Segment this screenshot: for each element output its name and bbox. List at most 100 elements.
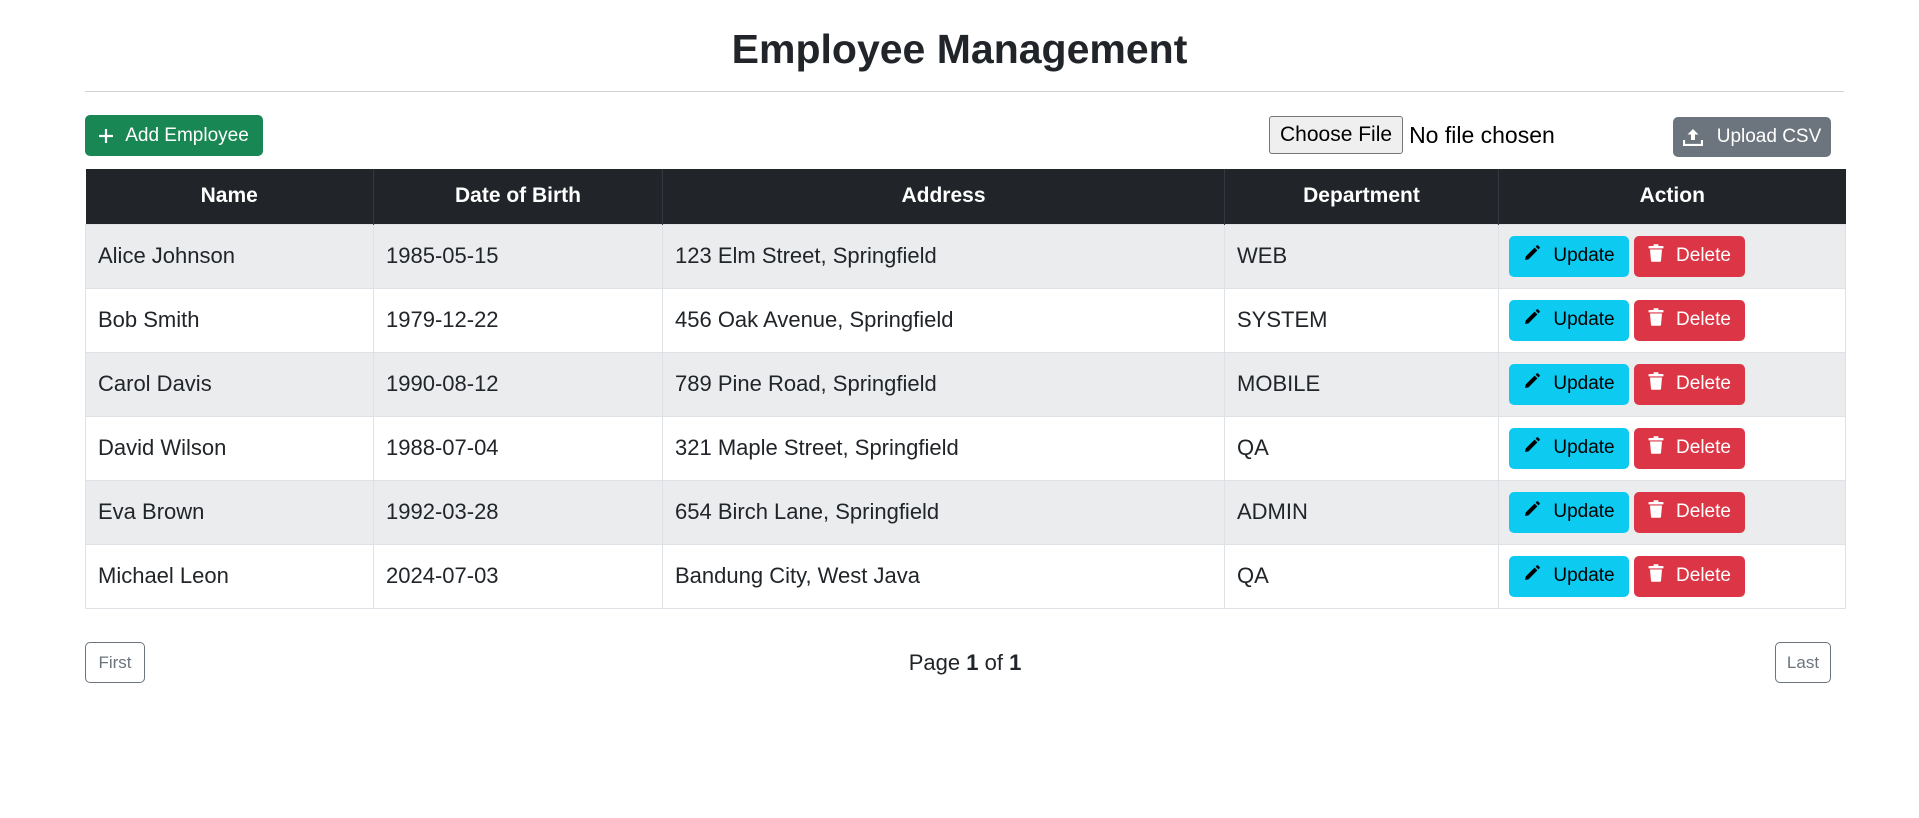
employee-address-cell: 456 Oak Avenue, Springfield <box>662 287 1225 353</box>
delete-button[interactable]: Delete <box>1634 363 1745 405</box>
employee-department-cell: QA <box>1224 543 1499 609</box>
update-button[interactable]: Update <box>1509 555 1629 597</box>
table-row: Eva Brown 1992-03-28 654 Birch Lane, Sprin… <box>85 479 1846 545</box>
column-header-address: Address <box>662 169 1225 224</box>
delete-button[interactable]: Delete <box>1634 427 1745 469</box>
pencil-icon <box>1523 308 1541 332</box>
update-button[interactable]: Update <box>1509 491 1629 533</box>
upload-icon <box>1682 128 1703 146</box>
table-row: David Wilson 1988-07-04 321 Maple Street, … <box>85 415 1846 481</box>
plus-icon <box>99 128 114 143</box>
update-label: Update <box>1553 245 1615 266</box>
employee-name-cell: Carol Davis <box>85 351 374 417</box>
employee-address-cell: 123 Elm Street, Springfield <box>662 223 1225 289</box>
employee-department-cell: MOBILE <box>1224 351 1499 417</box>
pencil-icon <box>1523 500 1541 524</box>
table-row: Alice Johnson 1985-05-15 123 Elm Street, S… <box>85 223 1846 289</box>
delete-label: Delete <box>1676 437 1731 458</box>
column-header-action: Action <box>1498 169 1846 224</box>
table-row: Michael Leon 2024-07-03 Bandung City, West… <box>85 543 1846 609</box>
employee-dob-cell: 1985-05-15 <box>373 223 663 289</box>
row-actions: Update Delete <box>1509 491 1835 533</box>
employee-action-cell: Update Delete <box>1498 351 1846 417</box>
update-button[interactable]: Update <box>1509 363 1629 405</box>
update-button[interactable]: Update <box>1509 235 1629 277</box>
pencil-icon <box>1523 564 1541 588</box>
delete-button[interactable]: Delete <box>1634 235 1745 277</box>
last-page-button[interactable]: Last <box>1775 642 1831 683</box>
table-row: Bob Smith 1979-12-22 456 Oak Avenue, Sprin… <box>85 287 1846 353</box>
trash-icon <box>1648 308 1664 332</box>
pencil-icon <box>1523 372 1541 396</box>
employee-address-cell: 321 Maple Street, Springfield <box>662 415 1225 481</box>
table-header-row: Name Date of Birth Address Department Ac… <box>85 169 1846 224</box>
employee-action-cell: Update Delete <box>1498 223 1846 289</box>
employee-name-cell: Alice Johnson <box>85 223 374 289</box>
page-title: Employee Management <box>731 26 1188 72</box>
row-actions: Update Delete <box>1509 427 1835 469</box>
delete-label: Delete <box>1676 309 1731 330</box>
trash-icon <box>1648 244 1664 268</box>
update-label: Update <box>1553 565 1615 586</box>
employee-address-cell: 789 Pine Road, Springfield <box>662 351 1225 417</box>
employee-dob-cell: 1990-08-12 <box>373 351 663 417</box>
row-actions: Update Delete <box>1509 555 1835 597</box>
delete-button[interactable]: Delete <box>1634 491 1745 533</box>
trash-icon <box>1648 564 1664 588</box>
update-label: Update <box>1553 373 1615 394</box>
delete-button[interactable]: Delete <box>1634 555 1745 597</box>
upload-csv-label: Upload CSV <box>1716 126 1822 147</box>
trash-icon <box>1648 436 1664 460</box>
update-label: Update <box>1553 437 1615 458</box>
column-header-department: Department <box>1224 169 1499 224</box>
employee-department-cell: SYSTEM <box>1224 287 1499 353</box>
choose-file-button[interactable]: Choose File <box>1269 116 1404 154</box>
employee-address-cell: Bandung City, West Java <box>662 543 1225 609</box>
page-indicator: Page 1 of 1 <box>0 650 1919 676</box>
employee-name-cell: David Wilson <box>85 415 374 481</box>
csv-file-input[interactable]: Choose File No file chosen <box>1269 116 1555 154</box>
trash-icon <box>1648 372 1664 396</box>
employee-name-cell: Bob Smith <box>85 287 374 353</box>
row-actions: Update Delete <box>1509 299 1835 341</box>
update-label: Update <box>1553 309 1615 330</box>
delete-label: Delete <box>1676 245 1731 266</box>
row-actions: Update Delete <box>1509 235 1835 277</box>
employee-action-cell: Update Delete <box>1498 479 1846 545</box>
update-button[interactable]: Update <box>1509 299 1629 341</box>
column-header-name: Name <box>85 169 374 224</box>
total-pages-number: 1 <box>1009 650 1022 675</box>
update-button[interactable]: Update <box>1509 427 1629 469</box>
update-label: Update <box>1553 501 1615 522</box>
employee-name-cell: Eva Brown <box>85 479 374 545</box>
delete-button[interactable]: Delete <box>1634 299 1745 341</box>
employee-dob-cell: 1988-07-04 <box>373 415 663 481</box>
employee-action-cell: Update Delete <box>1498 543 1846 609</box>
upload-csv-button[interactable]: Upload CSV <box>1673 117 1831 157</box>
column-header-date-of-birth: Date of Birth <box>373 169 663 224</box>
table-row: Carol Davis 1990-08-12 789 Pine Road, Spri… <box>85 351 1846 417</box>
title-divider <box>85 91 1844 92</box>
page-word: Page <box>908 650 961 675</box>
delete-label: Delete <box>1676 373 1731 394</box>
delete-label: Delete <box>1676 565 1731 586</box>
add-employee-button[interactable]: Add Employee <box>85 115 263 156</box>
employee-dob-cell: 1979-12-22 <box>373 287 663 353</box>
employee-dob-cell: 2024-07-03 <box>373 543 663 609</box>
employee-table: Name Date of Birth Address Department Ac… <box>85 169 1846 609</box>
employee-name-cell: Michael Leon <box>85 543 374 609</box>
employee-dob-cell: 1992-03-28 <box>373 479 663 545</box>
employee-department-cell: ADMIN <box>1224 479 1499 545</box>
employee-action-cell: Update Delete <box>1498 415 1846 481</box>
row-actions: Update Delete <box>1509 363 1835 405</box>
current-page-number: 1 <box>966 650 979 675</box>
employee-department-cell: QA <box>1224 415 1499 481</box>
employee-department-cell: WEB <box>1224 223 1499 289</box>
pencil-icon <box>1523 244 1541 268</box>
employee-address-cell: 654 Birch Lane, Springfield <box>662 479 1225 545</box>
of-word: of <box>984 650 1003 675</box>
employee-action-cell: Update Delete <box>1498 287 1846 353</box>
trash-icon <box>1648 500 1664 524</box>
pencil-icon <box>1523 436 1541 460</box>
add-employee-label: Add Employee <box>125 124 249 146</box>
